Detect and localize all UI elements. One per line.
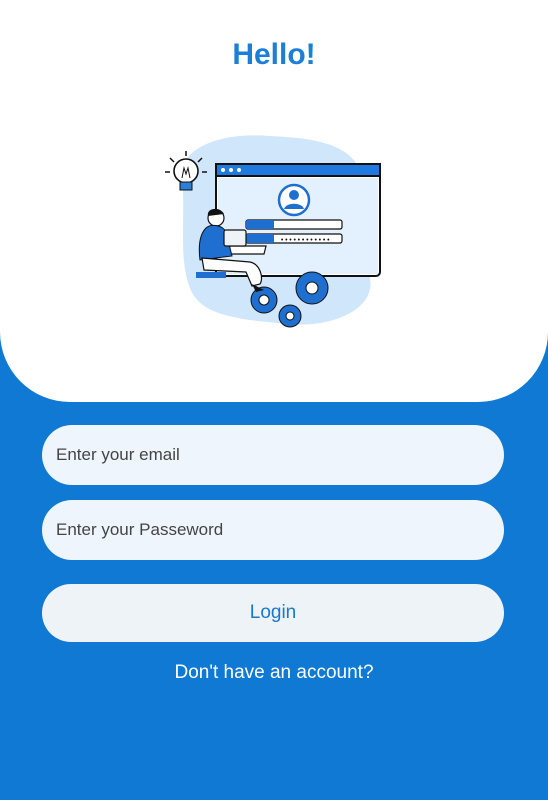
page-title: Hello!: [232, 38, 316, 71]
header-panel: Hello! ••••••••••••: [0, 0, 548, 402]
login-illustration: ••••••••••••: [165, 135, 381, 328]
password-field[interactable]: [42, 500, 504, 560]
signup-link[interactable]: Don't have an account?: [0, 662, 548, 684]
login-button[interactable]: Login: [42, 584, 504, 642]
svg-text:••••••••••••: ••••••••••••: [280, 237, 330, 245]
monitor-icon: ••••••••••••: [215, 163, 381, 277]
email-field[interactable]: [42, 425, 504, 485]
